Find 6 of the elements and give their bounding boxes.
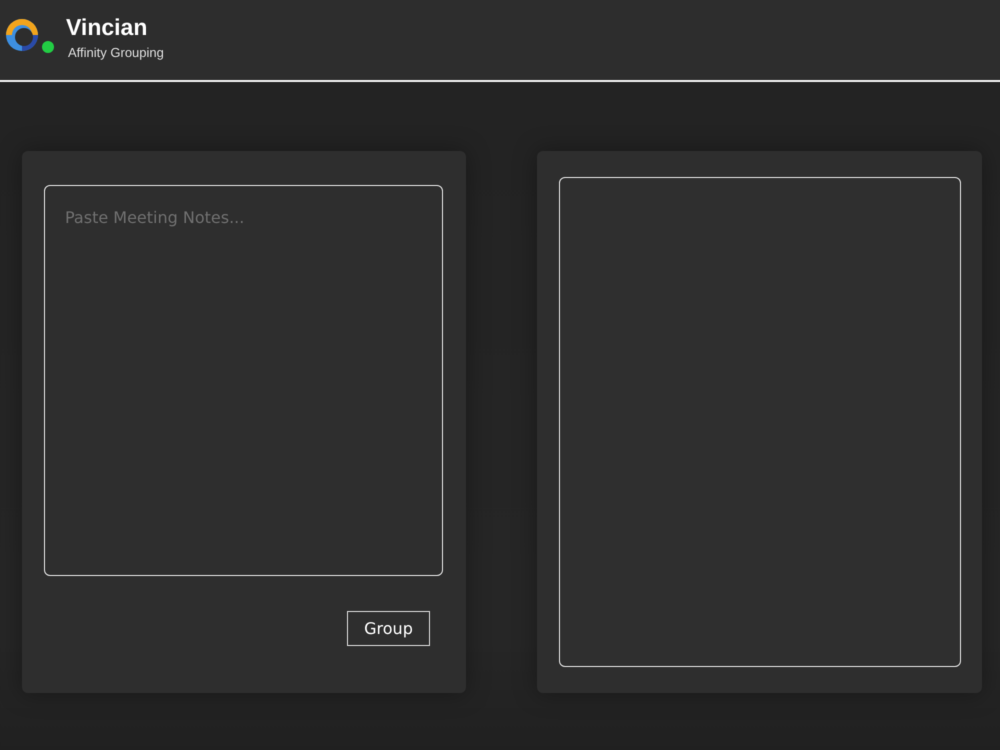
app-title: Vincian [66,13,148,42]
logo-icon [5,18,39,52]
app-subtitle: Affinity Grouping [68,45,164,60]
notes-input[interactable]: Paste Meeting Notes... [44,185,443,576]
status-dot-icon [42,41,54,53]
group-button[interactable]: Group [347,611,430,646]
